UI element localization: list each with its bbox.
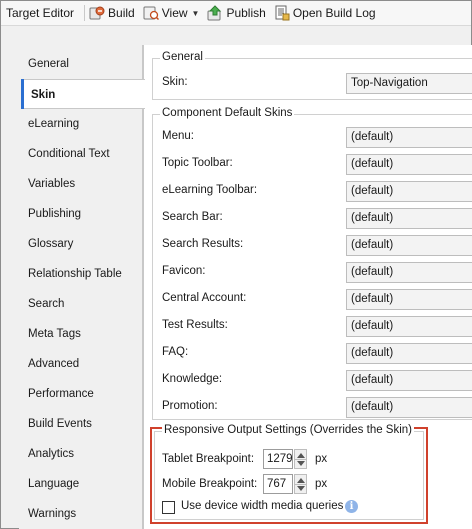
tab-meta-tags[interactable]: Meta Tags <box>19 319 143 349</box>
test-results-skin-row: Test Results: (default) <box>153 314 472 338</box>
tab-warnings[interactable]: Warnings <box>19 499 143 529</box>
mobile-breakpoint-row: Mobile Breakpoint: 767 px <box>155 474 425 496</box>
tab-advanced[interactable]: Advanced <box>19 349 143 379</box>
tab-general[interactable]: General <box>19 49 143 79</box>
general-group-title: General <box>160 51 205 63</box>
central-account-skin-select[interactable]: (default) <box>346 289 472 310</box>
promotion-skin-select[interactable]: (default) <box>346 397 472 418</box>
tab-search[interactable]: Search <box>19 289 143 319</box>
spinner-divider <box>295 484 306 485</box>
favicon-skin-row: Favicon: (default) <box>153 260 472 284</box>
media-queries-checkbox[interactable] <box>162 501 175 514</box>
faq-skin-select[interactable]: (default) <box>346 343 472 364</box>
tab-relationship-table[interactable]: Relationship Table <box>19 259 143 289</box>
test-results-skin-label: Test Results: <box>162 319 228 331</box>
toolbar: Target Editor Build View ▼ Publish Open … <box>1 1 471 26</box>
tab-build-events[interactable]: Build Events <box>19 409 143 439</box>
tab-conditional-text[interactable]: Conditional Text <box>19 139 143 169</box>
tablet-breakpoint-input[interactable]: 1279 <box>263 449 293 469</box>
mobile-breakpoint-spinner[interactable] <box>294 474 307 494</box>
test-results-skin-select[interactable]: (default) <box>346 316 472 337</box>
build-label: Build <box>108 6 135 20</box>
tab-skin[interactable]: Skin <box>21 79 145 109</box>
spin-down-icon <box>297 486 305 491</box>
component-skins-title: Component Default Skins <box>160 107 295 119</box>
skin-label: Skin: <box>162 76 188 88</box>
target-editor-window: Target Editor Build View ▼ Publish Open … <box>0 0 472 529</box>
search-bar-skin-select[interactable]: (default) <box>346 208 472 229</box>
tab-glossary[interactable]: Glossary <box>19 229 143 259</box>
spin-up-icon <box>297 478 305 483</box>
menu-skin-select[interactable]: (default) <box>346 127 472 148</box>
responsive-output-title: Responsive Output Settings (Overrides th… <box>162 424 415 436</box>
media-queries-label[interactable]: Use device width media queries <box>181 500 343 512</box>
menu-skin-row: Menu: (default) <box>153 125 472 149</box>
search-results-skin-row: Search Results: (default) <box>153 233 472 257</box>
tablet-breakpoint-row: Tablet Breakpoint: 1279 px <box>155 449 425 471</box>
favicon-skin-label: Favicon: <box>162 265 206 277</box>
component-default-skins-group: Component Default Skins Menu: (default) … <box>152 107 472 420</box>
promotion-skin-label: Promotion: <box>162 400 218 412</box>
publish-button[interactable]: Publish <box>207 5 266 21</box>
tablet-breakpoint-label: Tablet Breakpoint: <box>162 453 255 465</box>
publish-label: Publish <box>226 6 266 20</box>
general-group: General Skin: Top-Navigation <box>152 51 472 100</box>
mobile-breakpoint-input[interactable]: 767 <box>263 474 293 494</box>
responsive-output-highlight: Responsive Output Settings (Overrides th… <box>150 424 428 524</box>
tab-variables[interactable]: Variables <box>19 169 143 199</box>
skin-settings-panel: General Skin: Top-Navigation Component D… <box>143 45 472 529</box>
tab-language[interactable]: Language <box>19 469 143 499</box>
mobile-breakpoint-unit: px <box>315 478 328 490</box>
faq-skin-label: FAQ: <box>162 346 189 358</box>
tablet-breakpoint-unit: px <box>315 453 328 465</box>
elearning-toolbar-skin-select[interactable]: (default) <box>346 181 472 202</box>
build-button[interactable]: Build <box>89 5 135 21</box>
favicon-skin-select[interactable]: (default) <box>346 262 472 283</box>
tab-publishing[interactable]: Publishing <box>19 199 143 229</box>
topic-toolbar-skin-select[interactable]: (default) <box>346 154 472 175</box>
publish-icon <box>207 5 223 21</box>
central-account-skin-label: Central Account: <box>162 292 247 304</box>
elearning-toolbar-skin-label: eLearning Toolbar: <box>162 184 258 196</box>
tab-analytics[interactable]: Analytics <box>19 439 143 469</box>
tab-performance[interactable]: Performance <box>19 379 143 409</box>
search-results-skin-select[interactable]: (default) <box>346 235 472 256</box>
knowledge-skin-label: Knowledge: <box>162 373 223 385</box>
tab-elearning[interactable]: eLearning <box>19 109 143 139</box>
tablet-breakpoint-spinner[interactable] <box>294 449 307 469</box>
view-icon <box>143 5 159 21</box>
open-build-log-button[interactable]: Open Build Log <box>274 5 376 21</box>
responsive-output-group: Responsive Output Settings (Overrides th… <box>154 424 425 520</box>
knowledge-skin-select[interactable]: (default) <box>346 370 472 391</box>
topic-toolbar-skin-label: Topic Toolbar: <box>162 157 233 169</box>
editor-tabs: General Skin eLearning Conditional Text … <box>19 45 145 529</box>
toolbar-separator <box>84 5 86 21</box>
topic-toolbar-skin-row: Topic Toolbar: (default) <box>153 152 472 176</box>
promotion-skin-row: Promotion: (default) <box>153 395 472 419</box>
media-queries-row: Use device width media queries i <box>155 498 425 518</box>
faq-skin-row: FAQ: (default) <box>153 341 472 365</box>
skin-row: Skin: Top-Navigation <box>153 71 472 95</box>
view-button[interactable]: View ▼ <box>143 5 200 21</box>
chevron-down-icon: ▼ <box>191 8 200 18</box>
search-bar-skin-row: Search Bar: (default) <box>153 206 472 230</box>
info-icon[interactable]: i <box>345 500 358 513</box>
elearning-toolbar-skin-row: eLearning Toolbar: (default) <box>153 179 472 203</box>
spin-up-icon <box>297 453 305 458</box>
spin-down-icon <box>297 461 305 466</box>
editor-title: Target Editor <box>6 6 75 20</box>
mobile-breakpoint-label: Mobile Breakpoint: <box>162 478 258 490</box>
knowledge-skin-row: Knowledge: (default) <box>153 368 472 392</box>
spinner-divider <box>295 459 306 460</box>
central-account-skin-row: Central Account: (default) <box>153 287 472 311</box>
build-log-icon <box>274 5 290 21</box>
menu-skin-label: Menu: <box>162 130 194 142</box>
search-bar-skin-label: Search Bar: <box>162 211 223 223</box>
build-icon <box>89 5 105 21</box>
open-build-log-label: Open Build Log <box>292 6 376 20</box>
search-results-skin-label: Search Results: <box>162 238 244 250</box>
view-label: View <box>161 6 188 20</box>
skin-select[interactable]: Top-Navigation <box>346 73 472 94</box>
